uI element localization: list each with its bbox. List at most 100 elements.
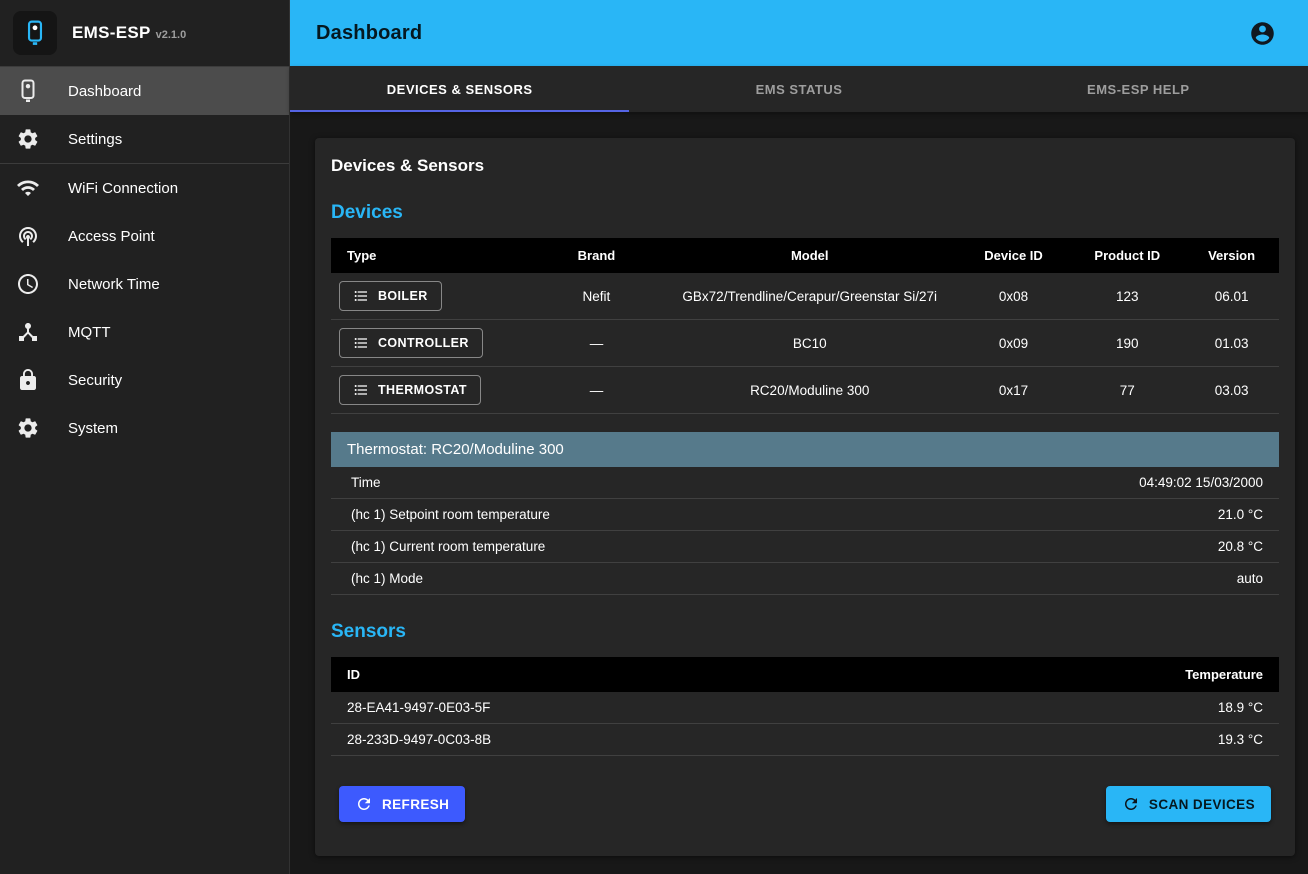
column-header-temperature: Temperature: [1089, 657, 1279, 692]
tab-bar: DEVICES & SENSORS EMS STATUS EMS-ESP HEL…: [290, 66, 1308, 112]
app-bar: Dashboard: [290, 0, 1308, 66]
sidebar-item-label: MQTT: [68, 324, 111, 341]
cell-sensor-id: 28-EA41-9497-0E03-5F: [331, 692, 1089, 724]
cell-model: RC20/Moduline 300: [663, 367, 957, 414]
devices-table: Type Brand Model Device ID Product ID Ve…: [331, 238, 1279, 414]
account-button[interactable]: [1242, 13, 1282, 53]
tab-devices-sensors[interactable]: DEVICES & SENSORS: [290, 66, 629, 112]
sidebar-item-access-point[interactable]: Access Point: [0, 212, 289, 260]
device-icon: [16, 79, 40, 103]
detail-name: (hc 1) Mode: [351, 571, 423, 586]
sidebar-item-label: Network Time: [68, 276, 160, 293]
page-title: Dashboard: [316, 22, 1242, 45]
devices-table-header: Type Brand Model Device ID Product ID Ve…: [331, 238, 1279, 273]
sensors-table: ID Temperature 28-EA41-9497-0E03-5F 18.9…: [331, 657, 1279, 756]
sidebar-item-label: System: [68, 420, 118, 437]
sidebar-header: EMS-ESPv2.1.0: [0, 0, 289, 66]
detail-value: 21.0 °C: [1218, 507, 1263, 522]
column-header-brand: Brand: [530, 238, 663, 273]
cell-product-id: 123: [1070, 273, 1184, 320]
app-version: v2.1.0: [156, 29, 187, 41]
wifi-icon: [16, 176, 40, 200]
table-row: 28-EA41-9497-0E03-5F 18.9 °C: [331, 692, 1279, 724]
refresh-button[interactable]: REFRESH: [339, 786, 465, 822]
table-row: BOILER Nefit GBx72/Trendline/Cerapur/Gre…: [331, 273, 1279, 320]
tab-ems-esp-help[interactable]: EMS-ESP HELP: [969, 66, 1308, 112]
cell-sensor-temperature: 19.3 °C: [1089, 724, 1279, 756]
lock-icon: [16, 368, 40, 392]
column-header-model: Model: [663, 238, 957, 273]
device-detail-header: Thermostat: RC20/Moduline 300: [331, 432, 1279, 467]
detail-row: (hc 1) Current room temperature 20.8 °C: [331, 531, 1279, 563]
cell-version: 06.01: [1184, 273, 1279, 320]
detail-value: 04:49:02 15/03/2000: [1139, 475, 1263, 490]
cell-product-id: 77: [1070, 367, 1184, 414]
devices-heading: Devices: [331, 202, 1279, 224]
cell-version: 01.03: [1184, 320, 1279, 367]
column-header-product-id: Product ID: [1070, 238, 1184, 273]
detail-row: (hc 1) Setpoint room temperature 21.0 °C: [331, 499, 1279, 531]
app-window: EMS-ESPv2.1.0 Dashboard Settings WiFi Co…: [0, 0, 1308, 874]
cell-device-id: 0x17: [957, 367, 1071, 414]
scan-devices-button[interactable]: SCAN DEVICES: [1106, 786, 1271, 822]
detail-value: 20.8 °C: [1218, 539, 1263, 554]
tab-ems-status[interactable]: EMS STATUS: [629, 66, 968, 112]
app-title: EMS-ESPv2.1.0: [72, 23, 186, 43]
sidebar-item-label: Settings: [68, 131, 122, 148]
cell-model: GBx72/Trendline/Cerapur/Greenstar Si/27i: [663, 273, 957, 320]
cell-brand: Nefit: [530, 273, 663, 320]
device-type-button-thermostat[interactable]: THERMOSTAT: [339, 375, 481, 405]
cell-sensor-id: 28-233D-9497-0C03-8B: [331, 724, 1089, 756]
sensors-table-header: ID Temperature: [331, 657, 1279, 692]
list-icon: [353, 288, 369, 304]
sidebar-item-dashboard[interactable]: Dashboard: [0, 67, 289, 115]
cell-version: 03.03: [1184, 367, 1279, 414]
detail-row: Time 04:49:02 15/03/2000: [331, 467, 1279, 499]
sidebar-item-label: Access Point: [68, 228, 155, 245]
app-logo: [13, 11, 57, 55]
cell-device-id: 0x08: [957, 273, 1071, 320]
table-row: CONTROLLER — BC10 0x09 190 01.03: [331, 320, 1279, 367]
hub-icon: [16, 320, 40, 344]
sidebar-item-security[interactable]: Security: [0, 356, 289, 404]
access-point-icon: [16, 224, 40, 248]
cell-device-id: 0x09: [957, 320, 1071, 367]
devices-sensors-card: Devices & Sensors Devices Type Brand Mod…: [315, 138, 1295, 856]
sidebar-item-label: Dashboard: [68, 83, 141, 100]
cell-brand: —: [530, 320, 663, 367]
refresh-icon: [355, 795, 373, 813]
gear-icon: [16, 127, 40, 151]
detail-value: auto: [1237, 571, 1263, 586]
device-type-button-controller[interactable]: CONTROLLER: [339, 328, 483, 358]
table-row: 28-233D-9497-0C03-8B 19.3 °C: [331, 724, 1279, 756]
account-circle-icon: [1249, 20, 1276, 47]
sidebar: EMS-ESPv2.1.0 Dashboard Settings WiFi Co…: [0, 0, 290, 874]
sidebar-item-wifi-connection[interactable]: WiFi Connection: [0, 164, 289, 212]
cell-product-id: 190: [1070, 320, 1184, 367]
column-header-version: Version: [1184, 238, 1279, 273]
detail-name: (hc 1) Setpoint room temperature: [351, 507, 550, 522]
sidebar-item-network-time[interactable]: Network Time: [0, 260, 289, 308]
cell-model: BC10: [663, 320, 957, 367]
sidebar-item-mqtt[interactable]: MQTT: [0, 308, 289, 356]
card-actions: REFRESH SCAN DEVICES: [331, 786, 1279, 822]
list-icon: [353, 335, 369, 351]
ems-esp-logo-icon: [22, 20, 48, 46]
gear-icon: [16, 416, 40, 440]
cell-brand: —: [530, 367, 663, 414]
sensors-heading: Sensors: [331, 621, 1279, 643]
detail-row: (hc 1) Mode auto: [331, 563, 1279, 595]
list-icon: [353, 382, 369, 398]
sidebar-item-settings[interactable]: Settings: [0, 115, 289, 163]
cell-sensor-temperature: 18.9 °C: [1089, 692, 1279, 724]
refresh-icon: [1122, 795, 1140, 813]
column-header-type: Type: [331, 238, 530, 273]
column-header-device-id: Device ID: [957, 238, 1071, 273]
detail-name: (hc 1) Current room temperature: [351, 539, 545, 554]
content-area: Devices & Sensors Devices Type Brand Mod…: [290, 112, 1308, 874]
sidebar-item-label: Security: [68, 372, 122, 389]
device-type-button-boiler[interactable]: BOILER: [339, 281, 442, 311]
clock-icon: [16, 272, 40, 296]
detail-name: Time: [351, 475, 381, 490]
sidebar-item-system[interactable]: System: [0, 404, 289, 452]
